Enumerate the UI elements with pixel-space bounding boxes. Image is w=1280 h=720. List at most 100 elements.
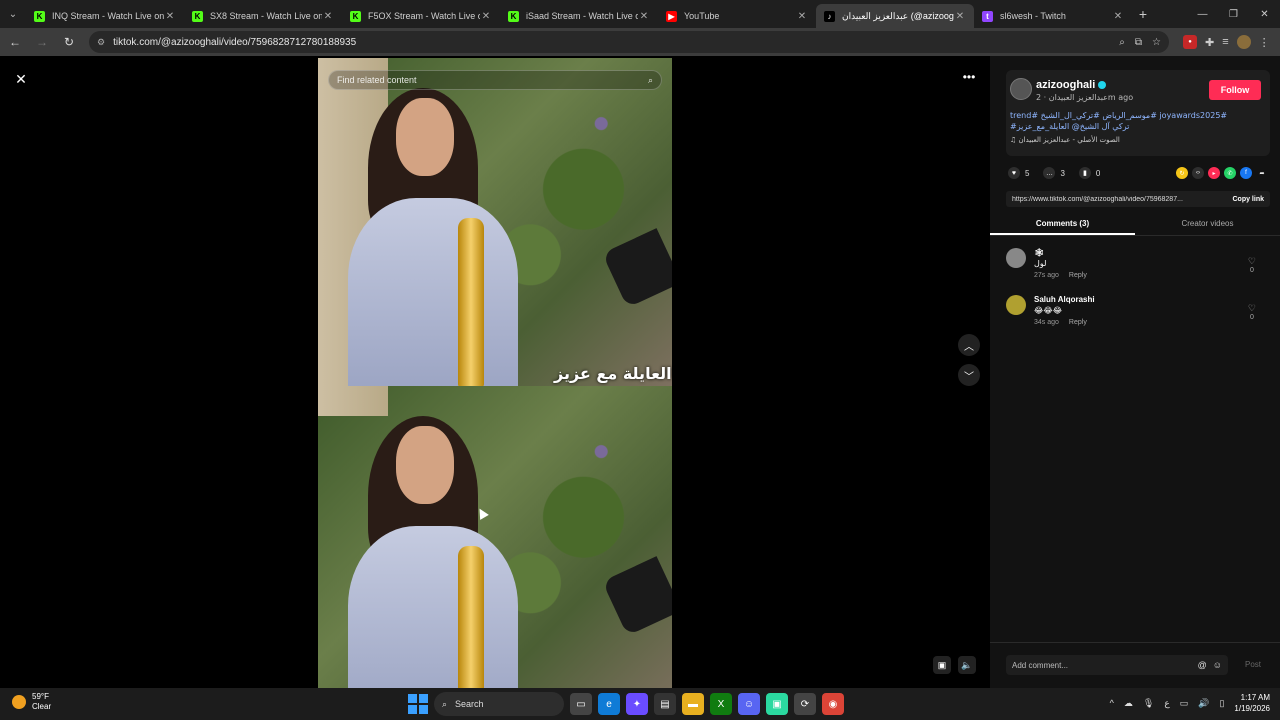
close-tab-icon[interactable]: ✕	[954, 11, 966, 22]
close-tab-icon[interactable]: ✕	[638, 11, 650, 22]
save-stat[interactable]: ▮ 0	[1078, 167, 1100, 179]
heart-icon[interactable]: ♥	[1008, 167, 1020, 179]
close-window-icon[interactable]: ✕	[1249, 0, 1280, 28]
heart-outline-icon[interactable]: ♡	[1248, 256, 1256, 266]
embed-icon[interactable]: ‹›	[1192, 167, 1204, 179]
tab-search-menu-button[interactable]: ⌄	[0, 0, 26, 28]
minimize-icon[interactable]: —	[1187, 0, 1218, 28]
previous-video-button[interactable]: ︿	[958, 334, 980, 356]
copilot-icon[interactable]: ✦	[626, 693, 648, 715]
send-to-friends-icon[interactable]: ▸	[1208, 167, 1220, 179]
discord-icon[interactable]: ☺	[738, 693, 760, 715]
comment-stat[interactable]: … 3	[1043, 167, 1065, 179]
close-tab-icon[interactable]: ✕	[480, 11, 492, 22]
close-tab-icon[interactable]: ✕	[164, 11, 176, 22]
address-bar[interactable]: ⚙ tiktok.com/@azizooghali/video/75968287…	[89, 31, 1169, 53]
task-view-icon[interactable]: ▭	[570, 693, 592, 715]
clock[interactable]: 1:17 AM 1/19/2026	[1234, 692, 1270, 714]
back-icon[interactable]: ←	[3, 30, 27, 54]
post-button[interactable]: Post	[1245, 660, 1261, 669]
tab-comments[interactable]: Comments (3)	[990, 216, 1135, 235]
commenter-name[interactable]: 🕸	[1034, 248, 1044, 257]
comment-like-button[interactable]: ♡ 0	[1248, 256, 1256, 274]
share-link-text[interactable]: https://www.tiktok.com/@azizooghali/vide…	[1012, 196, 1226, 203]
video-hashtags[interactable]: #joyawards2025 #موسم_الرياض #تركي_ال_الش…	[1010, 110, 1266, 132]
reload-icon[interactable]: ↻	[57, 30, 81, 54]
chrome-icon[interactable]: ◉	[822, 693, 844, 715]
whatsapp-icon[interactable]: ✆	[1224, 167, 1236, 179]
reply-button[interactable]: Reply	[1069, 319, 1087, 326]
zoom-icon[interactable]: ⌕	[1119, 37, 1125, 48]
browser-tab[interactable]: K SX8 Stream - Watch Live on Kick ✕	[184, 4, 342, 28]
battery-icon[interactable]: ▯	[1219, 698, 1224, 709]
close-tab-icon[interactable]: ✕	[1112, 11, 1124, 22]
tiktok-video-page: ✕ Find related content ⌕ العايلة مع عزيز…	[0, 56, 1280, 688]
new-tab-button[interactable]: +	[1132, 6, 1154, 22]
bookmark-icon[interactable]: ▮	[1078, 167, 1091, 179]
app-icon[interactable]: ⟳	[794, 693, 816, 715]
forward-icon[interactable]: →	[30, 30, 54, 54]
browser-tab[interactable]: K INQ Stream - Watch Live on Kick ✕	[26, 4, 184, 28]
follow-button[interactable]: Follow	[1209, 80, 1261, 100]
close-video-button[interactable]: ✕	[10, 68, 32, 90]
url-text[interactable]: tiktok.com/@azizooghali/video/7596828712…	[113, 37, 1119, 48]
install-app-icon[interactable]: ⧉	[1135, 37, 1142, 48]
xbox-icon[interactable]: X	[710, 693, 732, 715]
restore-icon[interactable]: ❐	[1218, 0, 1249, 28]
extensions-puzzle-icon[interactable]: ✚	[1205, 36, 1214, 49]
commenter-avatar[interactable]	[1006, 248, 1026, 268]
app-icon[interactable]: ▣	[766, 693, 788, 715]
mention-icon[interactable]: @	[1198, 660, 1207, 670]
copy-link-button[interactable]: Copy link	[1232, 196, 1264, 203]
taskbar-search[interactable]: ⌕ Search	[434, 692, 564, 716]
browser-tab[interactable]: K iSaad Stream - Watch Live on Kick ✕	[500, 4, 658, 28]
windows-start-icon[interactable]	[408, 694, 428, 714]
volume-icon[interactable]: 🔊	[1198, 698, 1209, 709]
extension-icon[interactable]: ●	[1183, 35, 1197, 49]
site-info-icon[interactable]: ⚙	[97, 37, 105, 48]
comment-like-button[interactable]: ♡ 0	[1248, 303, 1256, 321]
weather-widget[interactable]: 59°F Clear	[12, 692, 51, 712]
creator-username[interactable]: azizooghali	[1036, 79, 1095, 91]
store-icon[interactable]: ▤	[654, 693, 676, 715]
browser-tab[interactable]: t sl6wesh - Twitch ✕	[974, 4, 1132, 28]
video-player[interactable]: Find related content ⌕ العايلة مع عزيز	[318, 58, 672, 688]
emoji-icon[interactable]: ☺	[1213, 660, 1222, 670]
microphone-icon[interactable]: 🎙	[1143, 698, 1154, 709]
file-explorer-icon[interactable]: ▬	[682, 693, 704, 715]
share-arrow-icon[interactable]: ➦	[1256, 167, 1268, 179]
close-tab-icon[interactable]: ✕	[322, 11, 334, 22]
bookmark-star-icon[interactable]: ☆	[1152, 37, 1161, 48]
creator-avatar[interactable]	[1010, 78, 1032, 100]
repost-icon[interactable]: ↻	[1176, 167, 1188, 179]
onedrive-icon[interactable]: ☁	[1124, 698, 1133, 709]
browser-menu-icon[interactable]: ⋮	[1259, 36, 1270, 49]
like-stat[interactable]: ♥ 5	[1008, 167, 1029, 179]
chevron-up-icon[interactable]: ^	[1110, 698, 1114, 708]
browser-tab[interactable]: ▶ YouTube ✕	[658, 4, 816, 28]
floating-player-icon[interactable]: ▣	[933, 656, 951, 674]
browser-tab[interactable]: K F5OX Stream - Watch Live on Kick ✕	[342, 4, 500, 28]
comment-icon[interactable]: …	[1043, 167, 1056, 179]
tab-media-icon[interactable]: ≡	[1222, 36, 1228, 48]
commenter-avatar[interactable]	[1006, 295, 1026, 315]
commenter-name[interactable]: Saluh Alqorashi	[1034, 295, 1095, 304]
find-related-search[interactable]: Find related content ⌕	[328, 70, 662, 90]
browser-tab-active[interactable]: ♪ عبدالعزيز العبيدان (@azizooghali) ✕	[816, 4, 974, 28]
facebook-icon[interactable]: f	[1240, 167, 1252, 179]
heart-outline-icon[interactable]: ♡	[1248, 303, 1256, 313]
edge-icon[interactable]: e	[598, 693, 620, 715]
network-icon[interactable]: ▭	[1180, 698, 1189, 709]
volume-icon[interactable]: 🔈	[958, 656, 976, 674]
original-sound-link[interactable]: ♫ الصوت الأصلي - عبدالعزيز العبيدان	[1010, 136, 1120, 144]
close-tab-icon[interactable]: ✕	[796, 11, 808, 22]
profile-avatar-icon[interactable]	[1236, 35, 1251, 49]
comment-item: 🕸 لول 27s ago Reply ♡ 0	[1006, 248, 1270, 288]
language-icon[interactable]: ع	[1164, 698, 1169, 709]
next-video-button[interactable]: ﹀	[958, 364, 980, 386]
comment-input[interactable]: Add comment... @ ☺	[1006, 655, 1228, 675]
reply-button[interactable]: Reply	[1069, 272, 1087, 279]
tab-creator-videos[interactable]: Creator videos	[1135, 216, 1280, 235]
search-icon[interactable]: ⌕	[648, 75, 653, 86]
more-options-icon[interactable]: •••	[958, 70, 980, 86]
